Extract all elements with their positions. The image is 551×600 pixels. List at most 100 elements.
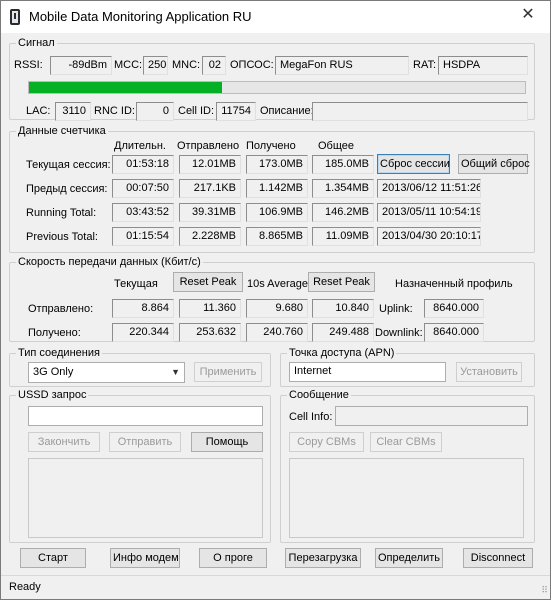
operator-value: MegaFon RUS xyxy=(275,56,409,75)
message-group-label: Сообщение xyxy=(287,388,351,402)
connection-type-label: Тип соединения xyxy=(16,346,102,360)
sent-current: 8.864 xyxy=(112,299,174,318)
uplink-value: 8640.000 xyxy=(424,299,484,318)
clear-cbms-button[interactable]: Clear CBMs xyxy=(370,432,442,452)
recv-average: 240.760 xyxy=(246,323,308,342)
ussd-help-button[interactable]: Помощь xyxy=(191,432,263,452)
signal-group-label: Сигнал xyxy=(16,36,57,50)
description-label: Описание: xyxy=(260,105,314,117)
running-total: 146.2MB xyxy=(312,203,374,222)
connection-type-select[interactable]: 3G Only ▼ xyxy=(28,362,185,383)
sent-peak: 11.360 xyxy=(179,299,241,318)
downlink-value: 8640.000 xyxy=(424,323,484,342)
restart-button[interactable]: Перезагрузка xyxy=(285,548,361,568)
main-panel: Сигнал RSSI: -89dBm MCC: 250 MNC: 02 ОПС… xyxy=(9,33,542,573)
rat-value: HSDPA xyxy=(438,56,528,75)
ussd-group: USSD запрос Закончить Отправить Помощь xyxy=(9,388,271,543)
window-title: Mobile Data Monitoring Application RU xyxy=(29,9,252,24)
counter-group-label: Данные счетчика xyxy=(16,124,108,138)
recv-peak: 253.632 xyxy=(179,323,241,342)
row-current-session-label: Текущая сессия: xyxy=(26,159,111,171)
apply-button[interactable]: Применить xyxy=(194,362,262,382)
reset-peak-2-button[interactable]: Reset Peak xyxy=(308,272,375,292)
connection-type-group: Тип соединения 3G Only ▼ Применить xyxy=(9,346,271,387)
title-bar: Mobile Data Monitoring Application RU ✕ xyxy=(1,1,550,33)
profile-label: Назначенный профиль xyxy=(395,278,513,290)
ussd-send-button[interactable]: Отправить xyxy=(109,432,181,452)
resize-grip-icon[interactable]: ⠿ xyxy=(541,585,548,596)
downlink-label: Downlink: xyxy=(375,327,423,339)
copy-cbms-button[interactable]: Copy CBMs xyxy=(289,432,364,452)
prev-date: 2013/06/12 11:51:26 xyxy=(377,179,481,198)
mnc-value: 02 xyxy=(202,56,226,75)
prev-duration: 00:07:50 xyxy=(112,179,174,198)
ussd-finish-button[interactable]: Закончить xyxy=(28,432,100,452)
status-text: Ready xyxy=(9,581,41,593)
lac-value: 3110 xyxy=(55,102,91,121)
sent-average-peak: 10.840 xyxy=(312,299,374,318)
ussd-input[interactable] xyxy=(28,406,263,426)
rat-label: RAT: xyxy=(413,59,437,71)
chevron-down-icon: ▼ xyxy=(171,367,180,377)
running-duration: 03:43:52 xyxy=(112,203,174,222)
cell-info-label: Cell Info: xyxy=(289,411,333,423)
cell-id-label: Cell ID: xyxy=(178,105,215,117)
mcc-label: MCC: xyxy=(114,59,143,71)
signal-strength-fill xyxy=(29,82,223,93)
row-running-total-label: Running Total: xyxy=(26,207,97,219)
cell-info-value xyxy=(335,406,528,426)
uplink-label: Uplink: xyxy=(379,303,413,315)
detect-button[interactable]: Определить xyxy=(375,548,443,568)
header-received: Получено xyxy=(246,140,296,152)
sent-average: 9.680 xyxy=(246,299,308,318)
recv-current: 220.344 xyxy=(112,323,174,342)
rssi-value: -89dBm xyxy=(50,56,112,75)
average-label: 10s Average xyxy=(247,278,308,290)
app-window: Mobile Data Monitoring Application RU ✕ … xyxy=(0,0,551,600)
lac-label: LAC: xyxy=(26,105,51,117)
header-sent: Отправлено xyxy=(177,140,240,152)
running-received: 106.9MB xyxy=(246,203,308,222)
previous-date: 2013/04/30 20:10:17 xyxy=(377,227,481,246)
ussd-group-label: USSD запрос xyxy=(16,388,89,402)
ussd-response-area[interactable] xyxy=(28,458,263,538)
counter-group: Данные счетчика Длительн. Отправлено Пол… xyxy=(9,124,535,253)
operator-label: ОПСОС: xyxy=(230,59,274,71)
status-bar: Ready ⠿ xyxy=(1,575,550,599)
speed-group-label: Скорость передачи данных (Кбит/с) xyxy=(16,255,203,269)
start-button[interactable]: Старт xyxy=(20,548,86,568)
about-button[interactable]: О проге xyxy=(199,548,267,568)
reset-peak-button[interactable]: Reset Peak xyxy=(173,272,243,292)
disconnect-button[interactable]: Disconnect xyxy=(463,548,533,568)
rnc-label: RNC ID: xyxy=(94,105,135,117)
speed-sent-label: Отправлено: xyxy=(28,303,94,315)
running-sent: 39.31MB xyxy=(179,203,241,222)
prev-received: 1.142MB xyxy=(246,179,308,198)
running-date: 2013/05/11 10:54:19 xyxy=(377,203,481,222)
signal-strength-bar xyxy=(28,81,526,94)
rssi-label: RSSI: xyxy=(14,59,43,71)
description-value xyxy=(312,102,528,121)
mnc-label: MNC: xyxy=(172,59,201,71)
current-total: 185.0MB xyxy=(312,155,374,174)
speed-group: Скорость передачи данных (Кбит/с) Текуща… xyxy=(9,255,535,342)
connection-type-value: 3G Only xyxy=(33,366,74,378)
set-apn-button[interactable]: Установить xyxy=(456,362,522,382)
modem-info-button[interactable]: Инфо модем xyxy=(110,548,180,568)
previous-sent: 2.228MB xyxy=(179,227,241,246)
message-area[interactable] xyxy=(289,458,524,538)
current-sent: 12.01MB xyxy=(179,155,241,174)
message-group: Сообщение Cell Info: Copy CBMs Clear CBM… xyxy=(280,388,535,543)
current-received: 173.0MB xyxy=(246,155,308,174)
reset-session-button[interactable]: Сброс сессии xyxy=(377,154,450,174)
apn-group: Точка доступа (APN) Internet Установить xyxy=(280,346,535,387)
previous-duration: 01:15:54 xyxy=(112,227,174,246)
current-speed-label: Текущая xyxy=(114,278,158,290)
apn-group-label: Точка доступа (APN) xyxy=(287,346,397,360)
mcc-value: 250 xyxy=(143,56,168,75)
reset-total-button[interactable]: Общий сброс xyxy=(458,154,530,174)
header-duration: Длительн. xyxy=(114,140,166,152)
apn-input[interactable]: Internet xyxy=(289,362,446,382)
row-prev-session-label: Предыд сессия: xyxy=(26,183,108,195)
close-button[interactable]: ✕ xyxy=(514,4,542,26)
